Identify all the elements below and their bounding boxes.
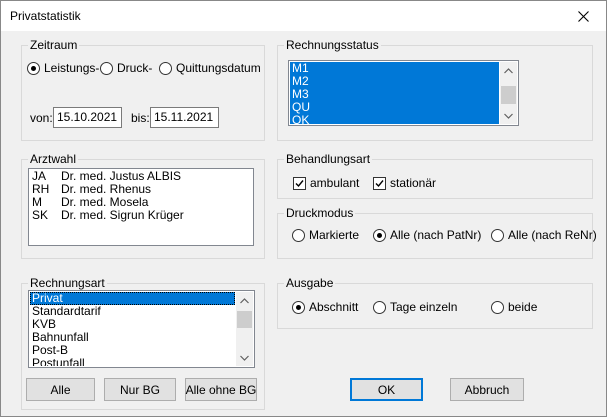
radio-markierte[interactable]: Markierte — [292, 228, 359, 242]
abbruch-button[interactable]: Abbruch — [450, 378, 524, 401]
arztwahl-legend: Arztwahl — [30, 152, 77, 166]
chevron-down-icon — [240, 355, 249, 361]
checkmark-icon — [375, 179, 384, 187]
ambulant-checkbox[interactable]: ambulant — [293, 176, 359, 190]
radio-label: Markierte — [309, 228, 360, 242]
radio-abschnitt[interactable]: Abschnitt — [292, 300, 358, 314]
arzt-code: SK — [32, 208, 49, 222]
list-item[interactable]: M1 — [290, 62, 499, 75]
radio-label: Tage einzeln — [390, 300, 458, 314]
radio-indicator — [491, 228, 504, 242]
radio-indicator — [373, 300, 386, 314]
checkmark-icon — [295, 179, 304, 187]
ausgabe-legend: Ausgabe — [286, 276, 334, 290]
radio-indicator — [159, 61, 172, 75]
radio-label: Druck- — [117, 61, 153, 75]
scroll-down-arrow[interactable] — [500, 107, 517, 124]
radio-alle-nach-patnr[interactable]: Alle (nach PatNr) — [373, 228, 481, 242]
radio-indicator — [27, 61, 40, 75]
checkbox-indicator — [373, 176, 386, 190]
checkbox-label: ambulant — [310, 176, 360, 190]
zeitraum-legend: Zeitraum — [30, 38, 78, 52]
scroll-thumb[interactable] — [237, 311, 252, 328]
rechnungsstatus-legend: Rechnungsstatus — [286, 38, 379, 52]
chevron-down-icon — [504, 113, 513, 119]
radio-indicator — [292, 300, 305, 314]
vertical-scrollbar[interactable] — [236, 292, 253, 366]
bis-date-input[interactable]: 15.11.2021 — [150, 107, 219, 128]
list-item[interactable]: Standardtarif — [30, 305, 235, 318]
radio-label: beide — [508, 300, 538, 314]
ok-button[interactable]: OK — [350, 378, 423, 401]
scroll-down-arrow[interactable] — [236, 349, 253, 366]
radio-leistungsdatum[interactable]: Leistungs- — [27, 61, 99, 75]
alle-ohne-bg-button[interactable]: Alle ohne BG — [185, 378, 257, 401]
radio-indicator — [373, 228, 386, 242]
radio-alle-nach-renr[interactable]: Alle (nach ReNr) — [491, 228, 597, 242]
radio-label: Abschnitt — [309, 300, 359, 314]
close-icon — [577, 10, 589, 22]
chevron-up-icon — [240, 297, 249, 303]
radio-indicator — [100, 61, 113, 75]
nur-bg-button[interactable]: Nur BG — [104, 378, 176, 401]
von-date-input[interactable]: 15.10.2021 — [53, 107, 122, 128]
scroll-up-arrow[interactable] — [236, 292, 253, 309]
checkbox-indicator — [293, 176, 306, 190]
rechnungsart-legend: Rechnungsart — [30, 276, 105, 290]
radio-druckdatum[interactable]: Druck- — [100, 61, 152, 75]
alle-button[interactable]: Alle — [26, 378, 95, 401]
checkbox-label: stationär — [390, 176, 437, 190]
dialog-window: Privatstatistik Zeitraum Leistungs- Druc… — [0, 0, 607, 417]
title-bar: Privatstatistik — [1, 1, 606, 31]
arzt-name: Dr. med. Sigrun Krüger — [61, 208, 184, 222]
radio-beide[interactable]: beide — [491, 300, 537, 314]
scroll-up-arrow[interactable] — [500, 62, 517, 79]
rechnungsart-listbox[interactable]: Privat Standardtarif KVB Bahnunfall Post… — [28, 290, 255, 368]
rechnungsstatus-listbox[interactable]: M1 M2 M3 QU OK — [288, 60, 519, 126]
von-label: von: — [30, 111, 53, 125]
list-item[interactable]: M3 — [290, 88, 499, 101]
window-title: Privatstatistik — [10, 9, 81, 23]
close-button[interactable] — [560, 1, 606, 31]
list-item[interactable]: OK — [290, 114, 499, 124]
stationaer-checkbox[interactable]: stationär — [373, 176, 436, 190]
radio-tage-einzeln[interactable]: Tage einzeln — [373, 300, 457, 314]
vertical-scrollbar[interactable] — [500, 62, 517, 124]
list-item[interactable]: M2 — [290, 75, 499, 88]
bis-label: bis: — [131, 111, 150, 125]
radio-label: Alle (nach ReNr) — [508, 228, 597, 242]
radio-indicator — [491, 300, 504, 314]
radio-indicator — [292, 228, 305, 242]
behandlungsart-legend: Behandlungsart — [286, 152, 371, 166]
scroll-thumb[interactable] — [501, 86, 516, 104]
chevron-up-icon — [504, 67, 513, 73]
list-item[interactable]: Postunfall — [30, 357, 235, 367]
radio-label: Quittungsdatum — [176, 61, 261, 75]
radio-quittungsdatum[interactable]: Quittungsdatum — [159, 61, 261, 75]
arztwahl-listbox[interactable]: JA Dr. med. Justus ALBIS RH Dr. med. Rhe… — [28, 168, 254, 246]
druckmodus-legend: Druckmodus — [286, 206, 354, 220]
radio-label: Alle (nach PatNr) — [390, 228, 482, 242]
radio-label: Leistungs- — [44, 61, 100, 75]
list-item[interactable]: QU — [290, 101, 499, 114]
arzt-list-item[interactable]: SK Dr. med. Sigrun Krüger — [30, 209, 252, 222]
